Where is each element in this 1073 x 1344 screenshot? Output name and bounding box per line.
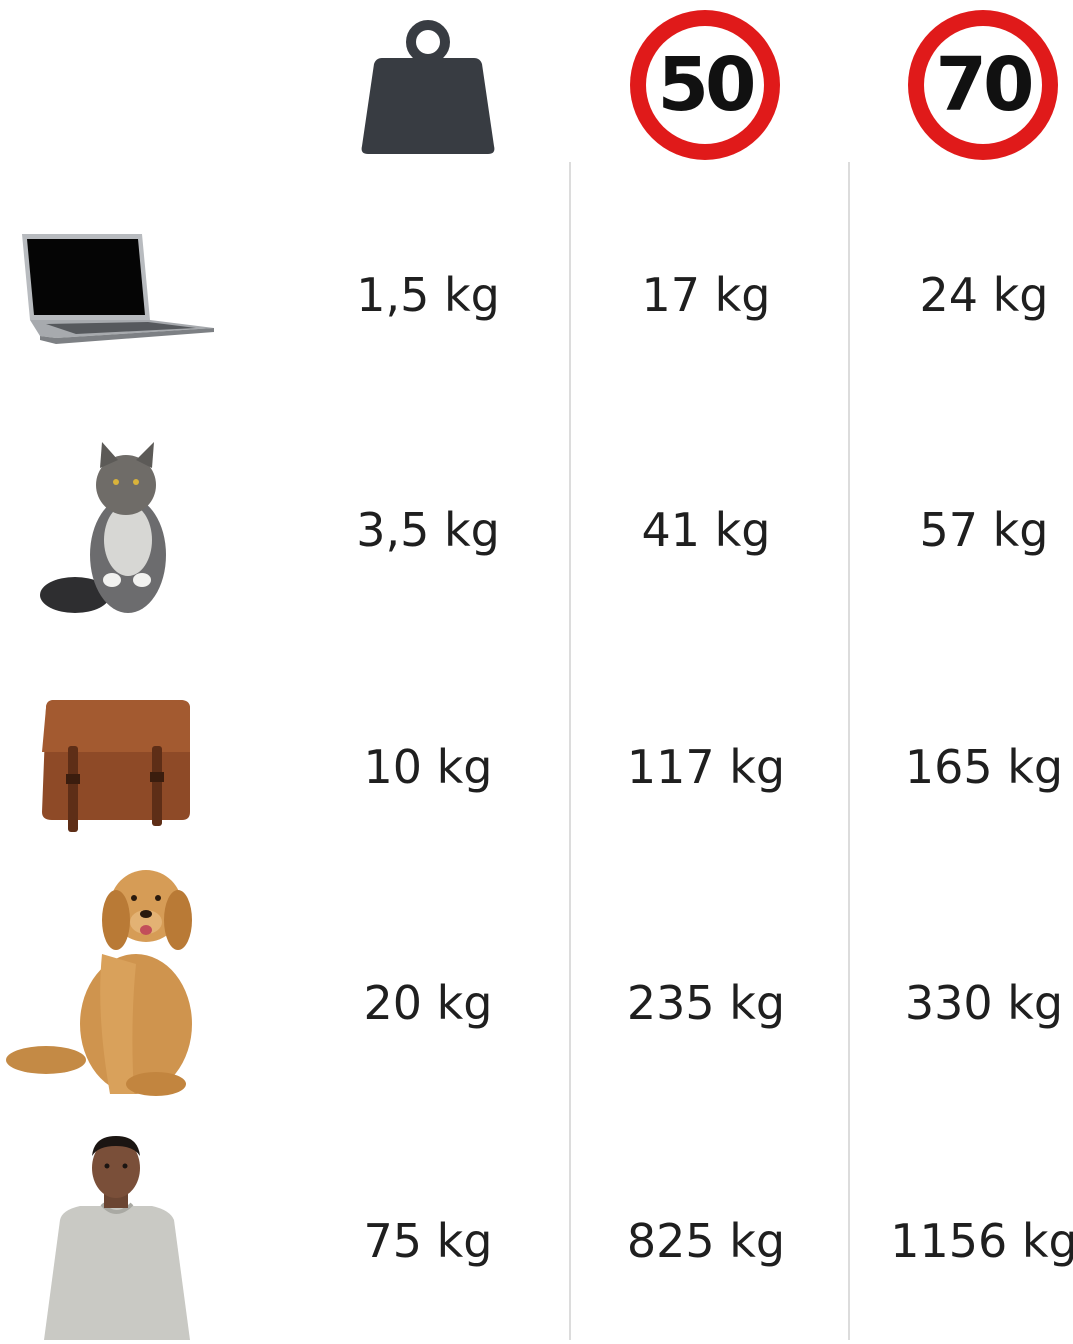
- cat-image: [40, 440, 180, 619]
- impact-70-cell: 330 kg: [904, 976, 1064, 1030]
- impact-50-cell: 825 kg: [626, 1214, 786, 1268]
- speed-limit-50-sign: 50: [630, 10, 780, 160]
- weight-cell: 75 kg: [363, 1214, 493, 1268]
- weight-cell: 10 kg: [363, 740, 493, 794]
- weight-cell: 3,5 kg: [356, 503, 500, 557]
- impact-50-cell: 17 kg: [641, 268, 771, 322]
- weight-cell: 20 kg: [363, 976, 493, 1030]
- speed-limit-50-label: 50: [657, 42, 757, 128]
- speed-limit-70-label: 70: [935, 42, 1035, 128]
- impact-50-cell: 41 kg: [641, 503, 771, 557]
- impact-50-cell: 235 kg: [626, 976, 786, 1030]
- impact-70-cell: 24 kg: [919, 268, 1049, 322]
- laptop-image: [16, 232, 216, 371]
- weight-icon: [360, 18, 496, 160]
- weight-cell: 1,5 kg: [356, 268, 500, 322]
- impact-70-cell: 57 kg: [919, 503, 1049, 557]
- speed-limit-70-sign: 70: [908, 10, 1058, 160]
- impact-50-cell: 117 kg: [626, 740, 786, 794]
- person-image: [40, 1132, 192, 1344]
- impact-70-cell: 165 kg: [904, 740, 1064, 794]
- briefcase-image: [40, 696, 194, 840]
- dog-image: [6, 864, 212, 1108]
- impact-70-cell: 1156 kg: [890, 1214, 1073, 1268]
